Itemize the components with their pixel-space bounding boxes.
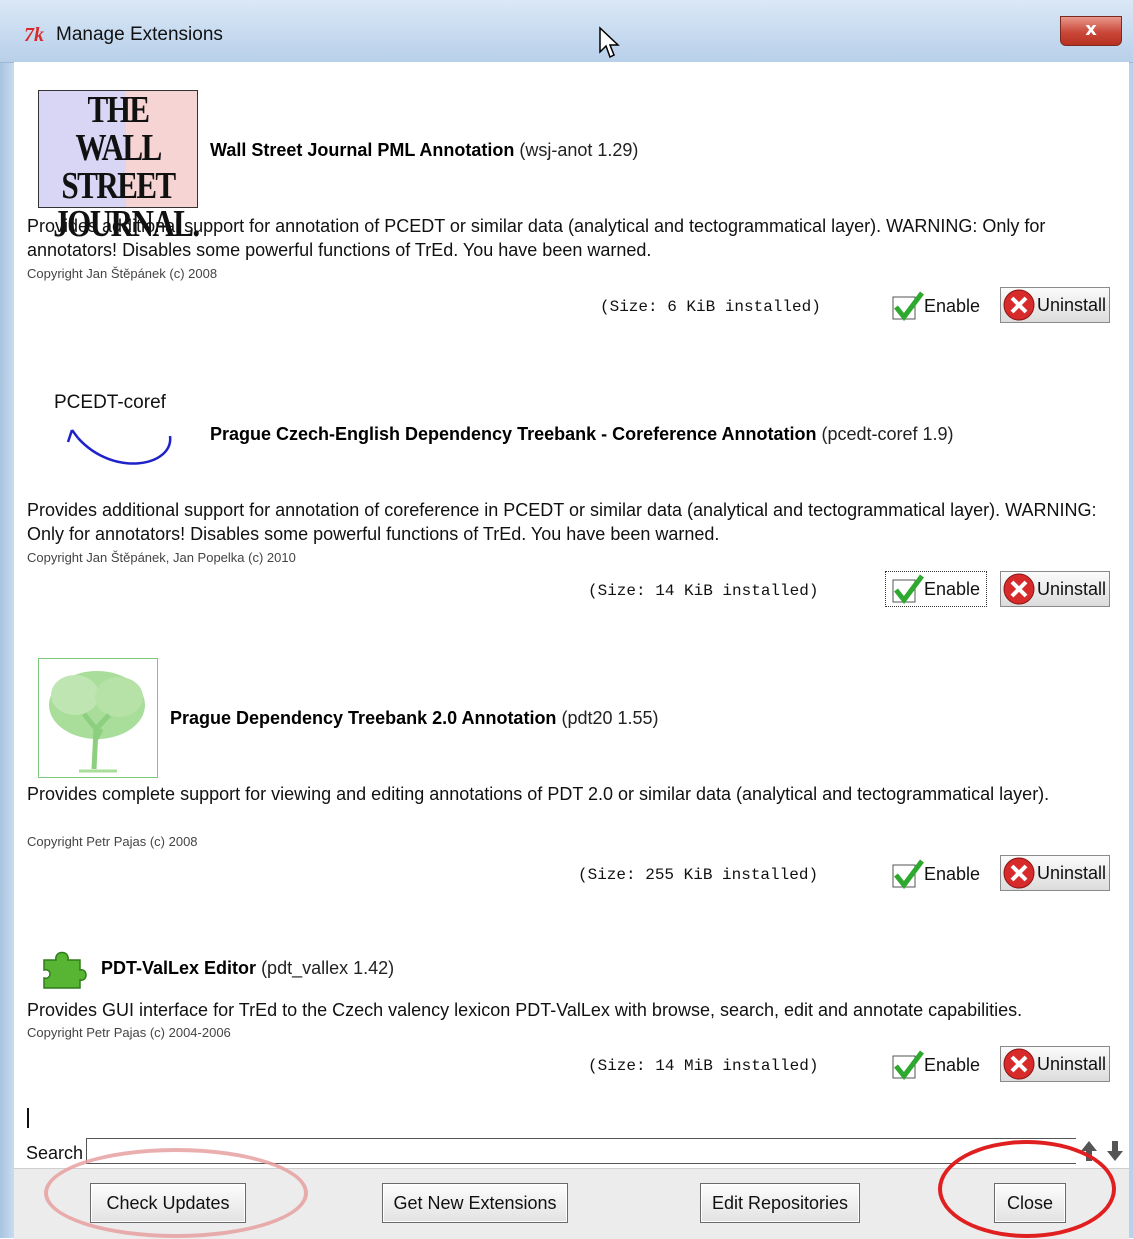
uninstall-button[interactable]: Uninstall <box>1000 1046 1110 1082</box>
extension-description: Provides additional support for annotati… <box>27 216 1046 260</box>
enable-checkbox[interactable]: Enable <box>884 571 988 607</box>
extension-size: (Size: 6 KiB installed) <box>600 298 821 316</box>
checkmark-icon <box>892 1050 924 1080</box>
delete-icon <box>1003 289 1035 321</box>
checkmark-icon <box>892 574 924 604</box>
extension-description: Provides complete support for viewing an… <box>27 784 1050 804</box>
extension-size: (Size: 14 MiB installed) <box>588 1057 819 1075</box>
extension-size: (Size: 255 KiB installed) <box>578 866 819 884</box>
uninstall-button[interactable]: Uninstall <box>1000 855 1110 891</box>
tree-logo <box>38 658 158 778</box>
puzzle-piece-icon <box>43 951 87 989</box>
mouse-cursor-icon <box>599 26 620 59</box>
window-frame-right <box>1129 0 1133 1238</box>
extension-copyright: Copyright Jan Štěpánek, Jan Popelka (c) … <box>27 550 296 565</box>
extensions-list: THE WALL STREET JOURNAL. Wall Street Jou… <box>14 62 1129 1134</box>
extension-title: Prague Dependency Treebank 2.0 Annotatio… <box>170 708 659 728</box>
extension-title: Wall Street Journal PML Annotation (wsj-… <box>210 140 639 160</box>
pcedt-coref-logo: PCEDT-coref <box>54 392 184 476</box>
curved-arrow-icon <box>66 429 172 465</box>
get-new-extensions-button[interactable]: Get New Extensions <box>382 1183 568 1223</box>
edit-repositories-button[interactable]: Edit Repositories <box>700 1183 860 1223</box>
window-close-button[interactable]: x <box>1060 16 1122 46</box>
delete-icon <box>1003 573 1035 605</box>
extension-copyright: Copyright Jan Štěpánek (c) 2008 <box>27 266 218 281</box>
extension-description: Provides GUI interface for TrEd to the C… <box>27 1000 1023 1020</box>
checkmark-icon <box>892 291 924 321</box>
extension-copyright: Copyright Petr Pajas (c) 2004-2006 <box>27 1025 231 1040</box>
title-bar: 7k Manage Extensions x <box>0 0 1133 63</box>
extension-size: (Size: 14 KiB installed) <box>588 582 819 600</box>
search-label: Search <box>26 1143 84 1163</box>
enable-checkbox[interactable]: Enable <box>886 289 986 323</box>
search-arrows <box>1078 1138 1128 1164</box>
extension-title: PDT-ValLex Editor (pdt_vallex 1.42) <box>101 958 395 978</box>
text-caret <box>27 1108 29 1128</box>
delete-icon <box>1003 857 1035 889</box>
delete-icon <box>1003 1048 1035 1080</box>
enable-checkbox[interactable]: Enable <box>886 1048 986 1082</box>
check-updates-button[interactable]: Check Updates <box>90 1183 246 1223</box>
close-button[interactable]: Close <box>994 1183 1066 1223</box>
enable-checkbox[interactable]: Enable <box>886 857 986 891</box>
extension-title: Prague Czech-English Dependency Treebank… <box>210 424 954 444</box>
arrow-up-icon[interactable] <box>1078 1138 1100 1164</box>
wsj-logo: THE WALL STREET JOURNAL. <box>38 90 200 243</box>
window-frame-left <box>0 0 14 1238</box>
checkmark-icon <box>892 859 924 889</box>
button-bar: Check Updates Get New Extensions Edit Re… <box>14 1168 1129 1239</box>
extension-copyright: Copyright Petr Pajas (c) 2008 <box>27 834 198 849</box>
window-title: Manage Extensions <box>56 24 223 45</box>
search-input[interactable] <box>86 1138 1076 1164</box>
arrow-down-icon[interactable] <box>1104 1138 1126 1164</box>
uninstall-button[interactable]: Uninstall <box>1000 287 1110 323</box>
uninstall-button[interactable]: Uninstall <box>1000 571 1110 607</box>
tree-icon <box>49 671 145 773</box>
tk-app-icon: 7k <box>24 24 44 46</box>
extension-description: Provides additional support for annotati… <box>27 500 1097 544</box>
search-row: Search <box>14 1134 1129 1168</box>
